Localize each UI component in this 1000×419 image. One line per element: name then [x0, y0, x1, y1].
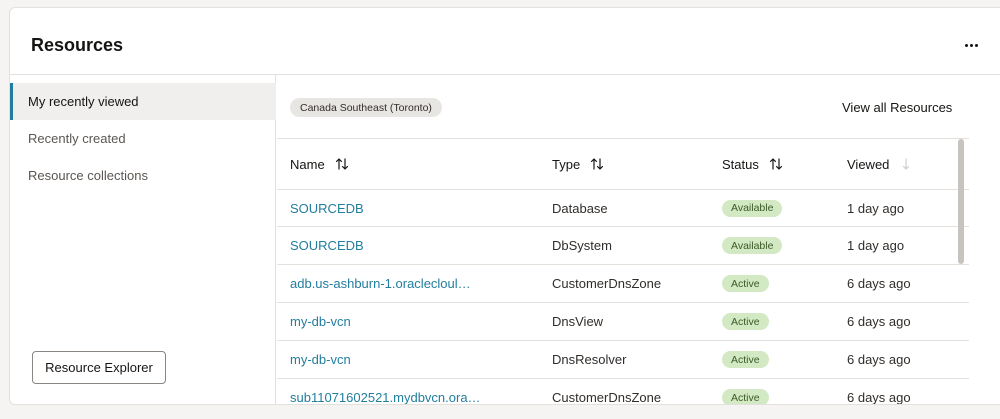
table-row: SOURCEDB DbSystem Available 1 day ago — [277, 226, 969, 264]
sidebar-item-recently-created[interactable]: Recently created — [10, 120, 276, 157]
page-title: Resources — [31, 35, 124, 55]
scrollbar-thumb[interactable] — [958, 139, 964, 264]
resource-type: DnsView — [552, 314, 604, 329]
table-row: my-db-vcn DnsResolver Active 6 days ago — [277, 340, 969, 378]
status-cell: Active — [722, 379, 769, 404]
resource-name-link[interactable]: SOURCEDB — [290, 190, 364, 226]
column-header-type[interactable]: Type — [552, 139, 604, 189]
status-cell: Active — [722, 341, 769, 378]
status-badge: Active — [722, 275, 769, 292]
status-cell: Active — [722, 303, 769, 340]
status-cell: Available — [722, 190, 783, 226]
status-badge: Active — [722, 389, 769, 404]
main-panel: Canada Southeast (Toronto) View all Reso… — [277, 75, 1000, 405]
resource-name-link[interactable]: SOURCEDB — [290, 227, 364, 264]
resource-name-link[interactable]: my-db-vcn — [290, 341, 351, 378]
resources-card: Resources My recently viewed Recently cr… — [9, 7, 1000, 405]
viewed-time: 1 day ago — [847, 200, 905, 216]
table-scrollbar[interactable] — [958, 139, 964, 399]
more-dot-icon — [964, 43, 968, 47]
status-badge: Available — [722, 237, 783, 254]
sidebar-item-recently-viewed[interactable]: My recently viewed — [10, 83, 276, 120]
status-badge: Active — [722, 351, 769, 368]
card-header: Resources — [10, 8, 1000, 75]
viewed-time: 6 days ago — [847, 276, 911, 291]
table-row: sub11071602521.mydbvcn.ora… CustomerDnsZ… — [277, 378, 969, 405]
column-header-label: Type — [552, 156, 581, 172]
table-row: SOURCEDB Database Available 1 day ago — [277, 189, 969, 226]
column-header-label: Status — [722, 156, 759, 172]
column-header-label: Name — [290, 156, 325, 172]
view-all-resources-link[interactable]: View all Resources — [842, 100, 952, 115]
viewed-time: 6 days ago — [847, 314, 911, 329]
table-header-row: Name Type Status Viewed — [277, 138, 969, 189]
viewed-time: 6 days ago — [847, 352, 911, 367]
table-row: my-db-vcn DnsView Active 6 days ago — [277, 302, 969, 340]
resource-type: CustomerDnsZone — [552, 390, 662, 405]
viewed-time: 1 day ago — [847, 238, 905, 253]
resource-explorer-button[interactable]: Resource Explorer — [32, 351, 166, 384]
resource-name-link[interactable]: my-db-vcn — [290, 303, 351, 340]
resource-type: Database — [552, 200, 608, 216]
sort-icon — [591, 158, 604, 170]
status-badge: Active — [722, 313, 769, 330]
resource-type: DnsResolver — [552, 352, 627, 367]
column-header-status[interactable]: Status — [722, 139, 783, 189]
more-actions-button[interactable] — [960, 36, 982, 54]
resource-type: CustomerDnsZone — [552, 276, 662, 291]
column-header-label: Viewed — [847, 156, 890, 172]
resource-name-link[interactable]: sub11071602521.mydbvcn.ora… — [290, 379, 481, 404]
table-row: adb.us-ashburn-1.oraclecloul… CustomerDn… — [277, 264, 969, 302]
resource-name-link[interactable]: adb.us-ashburn-1.oraclecloul… — [290, 265, 471, 302]
sort-descending-icon — [903, 158, 910, 170]
more-dot-icon — [974, 43, 978, 47]
viewed-time: 6 days ago — [847, 390, 911, 405]
status-badge: Available — [722, 199, 783, 217]
status-cell: Active — [722, 265, 769, 302]
resource-type: DbSystem — [552, 238, 612, 253]
sort-icon — [335, 158, 348, 170]
column-header-name[interactable]: Name — [290, 139, 349, 189]
status-cell: Available — [722, 227, 783, 264]
more-dot-icon — [969, 43, 973, 47]
sort-icon — [769, 158, 782, 170]
column-header-viewed[interactable]: Viewed — [847, 139, 913, 189]
region-chip: Canada Southeast (Toronto) — [290, 98, 442, 117]
sidebar-item-resource-collections[interactable]: Resource collections — [10, 157, 276, 194]
sidebar: My recently viewed Recently created Reso… — [10, 75, 276, 404]
